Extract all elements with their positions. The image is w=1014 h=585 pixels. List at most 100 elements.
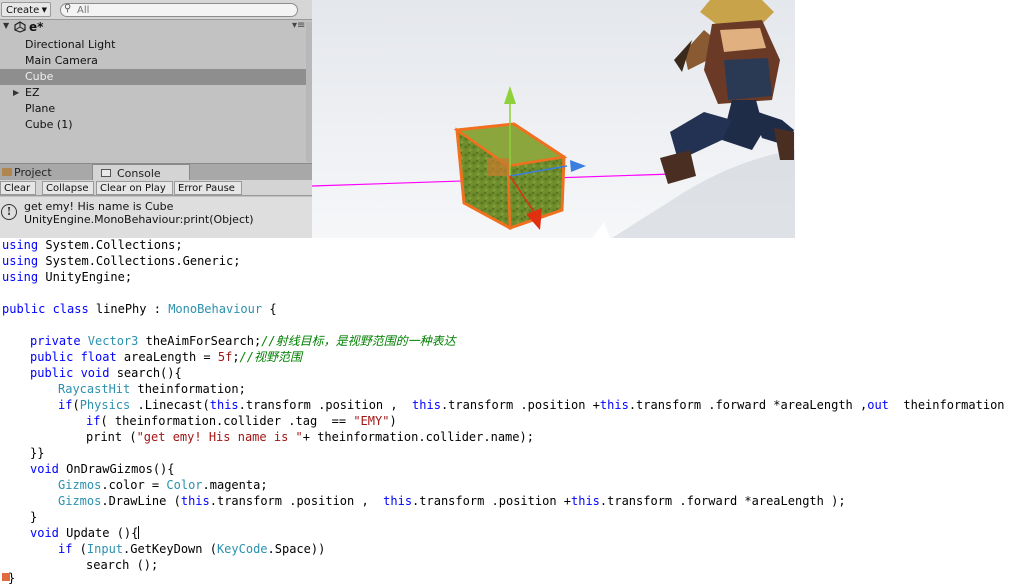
hierarchy-list: Directional Light Main Camera Cube ▶ EZ … [0,37,306,133]
code-line[interactable]: search (); [86,557,158,573]
code-line[interactable]: RaycastHit theinformation; [58,381,246,397]
tab-project[interactable]: Project [0,164,90,181]
code-line[interactable]: if(Physics .Linecast(this.transform .pos… [58,397,1014,413]
keyword: private [30,334,81,348]
hierarchy-item-cube[interactable]: Cube [0,69,306,85]
code-editor[interactable]: using System.Collections; using System.C… [0,237,1014,584]
keyword: void [30,526,59,540]
code-text: ; [232,350,240,364]
code-text: print ( [86,430,137,444]
hierarchy-item-label: Plane [25,102,56,115]
hierarchy-item-plane[interactable]: Plane [0,101,306,117]
code-line[interactable]: using System.Collections; [2,237,183,253]
code-comment: //射线目标，是视野范围的一种表达 [261,334,456,348]
scene-view[interactable] [312,0,795,238]
scene-canvas [312,0,795,238]
code-line[interactable]: void Update (){ [30,525,140,541]
code-line[interactable]: private Vector3 theAimForSearch;//射线目标，是… [30,333,456,349]
keyword: this [412,398,441,412]
code-text: System.Collections.Generic; [38,254,241,268]
tab-console-label: Console [117,167,161,180]
create-dropdown-button[interactable]: Create ▼ [1,2,51,17]
scene-root-row[interactable]: ▼ e* ▾≡ [0,20,312,36]
keyword: out [867,398,889,412]
code-text: } [30,510,38,524]
code-line[interactable]: using System.Collections.Generic; [2,253,240,269]
code-text: ( [72,398,80,412]
hierarchy-item-ez[interactable]: ▶ EZ [0,85,306,101]
string-literal: "get emy! His name is " [136,430,303,444]
code-line[interactable]: using UnityEngine; [2,269,132,285]
keyword: this [383,494,413,508]
hierarchy-item-label: EZ [25,86,40,99]
type-name: Input [86,542,124,556]
type-name: Gizmos [58,478,102,492]
hierarchy-search[interactable]: ⚲ [60,3,298,17]
log-stacktrace: UnityEngine.MonoBehaviour:print(Object) [24,213,254,226]
code-text: .transform .forward *areaLength , [628,398,868,412]
clear-button[interactable]: Clear [0,181,36,195]
type-name: Color [166,478,203,492]
hierarchy-search-input[interactable] [77,4,277,16]
type-name: Gizmos [58,494,102,508]
code-line[interactable]: Gizmos.DrawLine (this.transform .positio… [58,493,846,509]
text-cursor [138,526,140,539]
expand-arrow-icon[interactable]: ▶ [13,85,19,101]
keyword: public float [30,350,117,364]
folder-icon [2,168,12,176]
tab-console[interactable]: Console [92,164,190,181]
code-text: Update (){ [58,526,139,540]
type-name: Physics [79,398,131,412]
keyword: if [58,398,73,412]
info-icon: ! [1,204,17,220]
code-line[interactable]: if( theinformation.collider .tag == "EMY… [86,413,397,429]
search-icon: ⚲ [64,3,72,14]
unity-scene-icon [14,21,26,33]
keyword: if [58,542,73,556]
tab-project-label: Project [14,166,52,179]
keyword: using [2,238,39,252]
keyword: public void [30,366,110,380]
keyword: this [209,398,239,412]
unity-editor-panel: Create ▼ ⚲ ▼ e* ▾≡ Directional Light Mai… [0,0,312,238]
hierarchy-item-label: Directional Light [25,38,116,51]
hierarchy-item-cube-1[interactable]: Cube (1) [0,117,306,133]
number-literal: 5f [217,350,233,364]
code-text: .Linecast( [130,398,210,412]
code-text: .transform .position + [440,398,600,412]
code-line[interactable]: public float areaLength = 5f;//视野范围 [30,349,302,365]
keyword: void [30,462,59,476]
code-line[interactable]: void OnDrawGizmos(){ [30,461,175,477]
hierarchy-item-label: Cube [25,70,54,83]
code-text: theinformation )){ [903,398,1014,412]
code-text: .color = [101,478,167,492]
collapse-arrow-icon[interactable]: ▼ [3,21,9,30]
console-log-entry[interactable]: ! get emy! His name is Cube UnityEngine.… [0,197,312,238]
code-text: .transform .position , [238,398,413,412]
code-text: .magenta; [202,478,268,492]
code-line[interactable]: } [30,509,37,525]
code-text: UnityEngine; [38,270,133,284]
code-text: linePhy : [88,302,169,316]
code-line[interactable]: public void search(){ [30,365,182,381]
gizmo-plane-handle[interactable] [487,158,509,176]
code-line[interactable]: print ("get emy! His name is "+ theinfor… [86,429,534,445]
error-pause-button[interactable]: Error Pause [174,181,242,195]
dropdown-arrow-icon: ▼ [41,6,47,14]
keyword: this [599,398,629,412]
code-text: }} [30,446,45,460]
scene-menu-icon[interactable]: ▾≡ [292,20,305,31]
code-line[interactable]: if (Input.GetKeyDown (KeyCode.Space)) [58,541,325,557]
clear-on-play-button[interactable]: Clear on Play [96,181,173,195]
scene-name: e* [29,20,44,34]
hierarchy-item-directional-light[interactable]: Directional Light [0,37,306,53]
code-line[interactable]: public class linePhy : MonoBehaviour { [2,301,277,317]
collapse-button[interactable]: Collapse [42,181,94,195]
code-line[interactable]: }} [30,445,44,461]
hierarchy-item-main-camera[interactable]: Main Camera [0,53,306,69]
lightbulb-icon[interactable] [2,573,10,581]
create-label: Create [6,5,40,16]
keyword: public class [2,302,89,316]
code-text: search(){ [109,366,182,380]
code-line[interactable]: Gizmos.color = Color.magenta; [58,477,268,493]
